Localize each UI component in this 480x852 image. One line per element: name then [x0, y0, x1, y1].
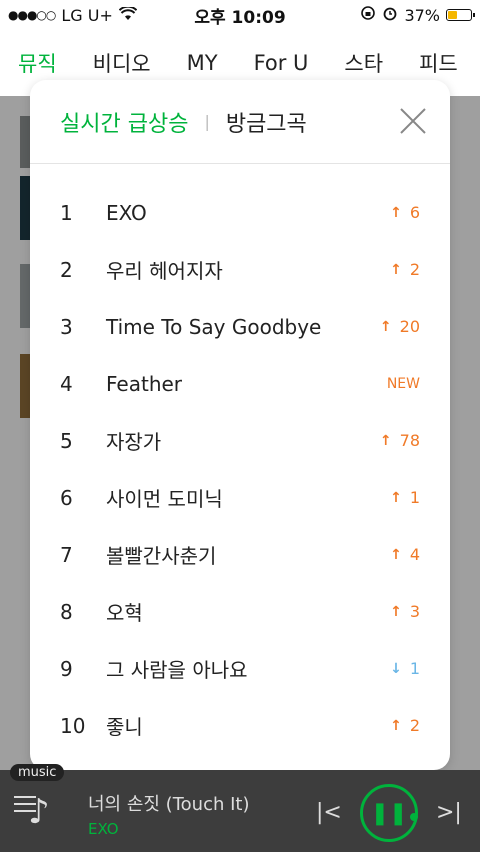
wifi-icon [118, 5, 138, 25]
tab-realtime-rising[interactable]: 실시간 급상승 [60, 106, 188, 138]
nav-tab-star[interactable]: 스타 [344, 48, 383, 78]
rank-change: ↑ 2 [364, 260, 420, 279]
tab-separator: | [204, 112, 210, 131]
now-playing-title[interactable]: 너의 손짓 (Touch It) [88, 790, 249, 816]
rotation-lock-icon [360, 5, 376, 25]
rank-change: ↑ 4 [364, 545, 420, 564]
rising-list-item[interactable]: 8 오혁 ↑ 3 [30, 583, 450, 640]
rising-list-item[interactable]: 10 좋니 ↑ 2 [30, 697, 450, 754]
rank-change: ↑ 20 [364, 317, 420, 336]
rising-keyword-list: 1 EXO ↑ 6 2 우리 헤어지자 ↑ 2 3 Time To Say Goodbye ↑ 20 4… [30, 164, 450, 754]
rank-change: ↑ 6 [364, 203, 420, 222]
nav-tab-my[interactable]: MY [187, 51, 218, 75]
arrow-up-icon: ↑ [390, 261, 402, 278]
pause-button[interactable]: ❚❚ [360, 784, 418, 842]
rank-change-value: 2 [409, 716, 420, 735]
rank-number: 1 [60, 200, 73, 225]
mini-player: music ♪ 너의 손짓 (Touch It) EXO |< ❚❚ >| [0, 764, 480, 852]
item-title: 자장가 [106, 430, 162, 454]
item-title: 오혁 [106, 601, 143, 625]
battery-icon [446, 9, 475, 21]
rank-change-value: 1 [409, 659, 420, 678]
music-note-icon: ♪ [28, 792, 50, 832]
nav-tab-music[interactable]: 뮤직 [18, 48, 57, 78]
rank-number: 4 [60, 371, 73, 396]
rank-change: NEW [364, 376, 420, 392]
rising-list-item[interactable]: 7 볼빨간사춘기 ↑ 4 [30, 526, 450, 583]
next-track-icon[interactable]: >| [436, 800, 462, 825]
arrow-up-icon: ↑ [390, 546, 402, 563]
rank-change-value: 2 [409, 260, 420, 279]
rank-change: ↑ 1 [364, 488, 420, 507]
item-title: 볼빨간사춘기 [106, 544, 217, 568]
item-title: 사이먼 도미닉 [106, 487, 223, 511]
rank-change-value: 3 [409, 602, 420, 621]
arrow-down-icon: ↓ [390, 660, 402, 677]
rising-list-item[interactable]: 1 EXO ↑ 6 [30, 184, 450, 241]
rank-number: 6 [60, 485, 73, 510]
rising-list-item[interactable]: 2 우리 헤어지자 ↑ 2 [30, 241, 450, 298]
rank-number: 10 [60, 713, 86, 738]
close-icon [400, 108, 426, 134]
signal-strength: ●●●○○ [8, 8, 56, 22]
item-title: Time To Say Goodbye [106, 314, 322, 339]
now-playing-artist[interactable]: EXO [88, 820, 119, 838]
rank-number: 7 [60, 542, 73, 567]
item-title: 그 사람을 아나요 [106, 658, 248, 682]
item-title: Feather [106, 371, 183, 396]
rank-change-value: 6 [409, 203, 420, 222]
close-button[interactable] [398, 106, 428, 136]
rank-number: 3 [60, 314, 73, 339]
pause-icon: ❚❚ [370, 800, 408, 826]
rank-change-value: NEW [386, 375, 420, 392]
tab-just-now-song[interactable]: 방금그곡 [226, 106, 307, 138]
rank-change-value: 1 [409, 488, 420, 507]
item-title: 우리 헤어지자 [106, 259, 223, 283]
popup-header: 실시간 급상승 | 방금그곡 [30, 80, 450, 164]
arrow-up-icon: ↑ [390, 489, 402, 506]
rank-number: 2 [60, 257, 73, 282]
rank-change: ↓ 1 [364, 659, 420, 678]
rank-number: 5 [60, 428, 73, 453]
arrow-up-icon: ↑ [390, 717, 402, 734]
rank-number: 8 [60, 599, 73, 624]
rising-list-item[interactable]: 4 Feather NEW [30, 355, 450, 412]
rising-list-item[interactable]: 6 사이먼 도미닉 ↑ 1 [30, 469, 450, 526]
alarm-icon [382, 5, 398, 25]
item-title: 좋니 [106, 715, 143, 739]
carrier-name: LG U+ [61, 5, 113, 25]
rank-change: ↑ 2 [364, 716, 420, 735]
rank-change: ↑ 3 [364, 602, 420, 621]
nav-tab-video[interactable]: 비디오 [93, 48, 151, 78]
music-tag: music [10, 764, 65, 781]
nav-tab-for-u[interactable]: For U [254, 51, 309, 75]
nav-tab-feed[interactable]: 피드 [419, 48, 458, 78]
rising-list-item[interactable]: 3 Time To Say Goodbye ↑ 20 [30, 298, 450, 355]
item-title: EXO [106, 200, 147, 225]
arrow-up-icon: ↑ [379, 432, 392, 449]
rank-change-value: 20 [399, 317, 420, 336]
rank-change-value: 78 [399, 431, 420, 450]
arrow-up-icon: ↑ [390, 603, 402, 620]
previous-track-icon[interactable]: |< [316, 800, 342, 825]
rank-change: ↑ 78 [364, 431, 420, 450]
realtime-chart-popup: 실시간 급상승 | 방금그곡 1 EXO ↑ 6 2 우리 헤어지자 ↑ 2 3 Time To … [30, 80, 450, 770]
rank-number: 9 [60, 656, 73, 681]
rising-list-item[interactable]: 9그 사람을 아나요 ↓ 1 [30, 640, 450, 697]
rank-change-value: 4 [409, 545, 420, 564]
rising-list-item[interactable]: 5 자장가 ↑ 78 [30, 412, 450, 469]
progress-dot [410, 813, 418, 821]
arrow-up-icon: ↑ [379, 318, 392, 335]
status-time: 오후 10:09 [194, 7, 286, 28]
arrow-up-icon: ↑ [390, 204, 402, 221]
battery-percent: 37% [404, 5, 440, 25]
status-bar: ●●●○○ LG U+ 오후 10:09 37% [0, 0, 480, 30]
